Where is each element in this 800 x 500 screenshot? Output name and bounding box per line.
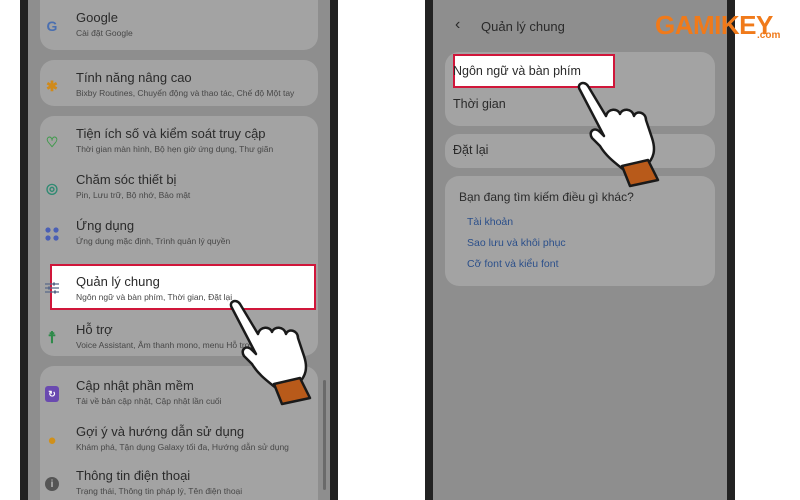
- item-subtitle: Thời gian màn hình, Bộ hẹn giờ ứng dụng,…: [76, 144, 274, 154]
- item-title: Quản lý chung: [76, 274, 160, 289]
- item-title: Hỗ trợ: [76, 322, 113, 337]
- sliders-icon: [42, 278, 62, 298]
- settings-item-digital-wellbeing[interactable]: ♡ Tiện ích số và kiểm soát truy cập Thời…: [28, 120, 330, 166]
- pointing-hand-icon: [229, 299, 312, 406]
- left-phone: G Google Cài đặt Google ✱ Tính năng nâng…: [20, 0, 338, 500]
- settings-item-device-care[interactable]: ◎ Chăm sóc thiết bị Pin, Lưu trữ, Bộ nhớ…: [28, 166, 330, 212]
- item-subtitle: Khám phá, Tận dụng Galaxy tối đa, Hướng …: [76, 442, 289, 452]
- item-subtitle: Trạng thái, Thông tin pháp lý, Tên điện …: [76, 486, 243, 496]
- settings-item-advanced-features[interactable]: ✱ Tính năng nâng cao Bixby Routines, Chu…: [28, 64, 330, 110]
- logo-suffix: .com: [757, 30, 781, 41]
- scrollbar[interactable]: [323, 380, 326, 490]
- menu-item-reset[interactable]: Đặt lại: [453, 143, 488, 157]
- wellbeing-icon: ♡: [45, 133, 59, 150]
- item-subtitle: Tải về bản cập nhật, Cập nhật lần cuối: [76, 396, 222, 406]
- google-icon: G: [46, 18, 58, 34]
- pointing-hand-icon: [577, 81, 660, 188]
- item-title: Tiện ích số và kiểm soát truy cập: [76, 126, 266, 141]
- settings-item-google[interactable]: G Google Cài đặt Google: [28, 4, 330, 50]
- suggestions-title: Bạn đang tìm kiếm điều gì khác?: [459, 190, 634, 204]
- item-title: Thông tin điện thoại: [76, 468, 191, 483]
- bulb-icon: ●: [47, 431, 57, 449]
- left-settings-screen: G Google Cài đặt Google ✱ Tính năng nâng…: [28, 0, 330, 500]
- settings-item-tips[interactable]: ● Gợi ý và hướng dẫn sử dụng Khám phá, T…: [28, 418, 330, 464]
- item-subtitle: Ứng dụng mặc định, Trình quản lý quyền: [76, 236, 231, 246]
- page-title: Quản lý chung: [481, 19, 565, 34]
- gear-icon: ✱: [46, 77, 58, 94]
- item-title: Gợi ý và hướng dẫn sử dụng: [76, 424, 245, 439]
- accessibility-icon: ☨: [47, 330, 57, 347]
- gamikey-logo: GAMIKEY .com: [655, 6, 795, 46]
- right-phone: ‹ Quản lý chung Ngôn ngữ và bàn phím Thờ…: [425, 0, 735, 500]
- item-subtitle: Bixby Routines, Chuyển động và thao tác,…: [76, 88, 295, 98]
- item-title: Ứng dụng: [76, 218, 135, 233]
- item-subtitle: Cài đặt Google: [76, 28, 133, 38]
- item-title: Tính năng nâng cao: [76, 70, 192, 85]
- menu-item-language-keyboard[interactable]: Ngôn ngữ và bàn phím: [453, 64, 581, 78]
- settings-item-apps[interactable]: Ứng dụng Ứng dụng mặc định, Trình quản l…: [28, 212, 330, 258]
- general-management-screen: ‹ Quản lý chung Ngôn ngữ và bàn phím Thờ…: [433, 0, 727, 500]
- back-icon[interactable]: ‹: [455, 16, 460, 34]
- logo-text: GAMIKEY: [655, 10, 773, 40]
- link-font-size-style[interactable]: Cỡ font và kiểu font: [467, 258, 559, 270]
- item-subtitle: Pin, Lưu trữ, Bộ nhớ, Bảo mật: [76, 190, 191, 200]
- settings-item-about-phone[interactable]: i Thông tin điện thoại Trạng thái, Thông…: [28, 462, 330, 500]
- item-subtitle: Ngôn ngữ và bàn phím, Thời gian, Đặt lại: [76, 292, 233, 302]
- item-title: Cập nhật phần mềm: [76, 378, 194, 393]
- device-care-icon: ◎: [45, 179, 59, 196]
- item-title: Chăm sóc thiết bị: [76, 172, 177, 187]
- menu-item-date-time[interactable]: Thời gian: [453, 97, 506, 111]
- apps-icon: [42, 224, 62, 244]
- link-accounts[interactable]: Tài khoản: [467, 216, 513, 228]
- info-icon: i: [42, 474, 62, 494]
- update-icon: ↻: [42, 384, 62, 404]
- item-title: Google: [76, 10, 118, 25]
- link-backup-restore[interactable]: Sao lưu và khôi phục: [467, 237, 566, 249]
